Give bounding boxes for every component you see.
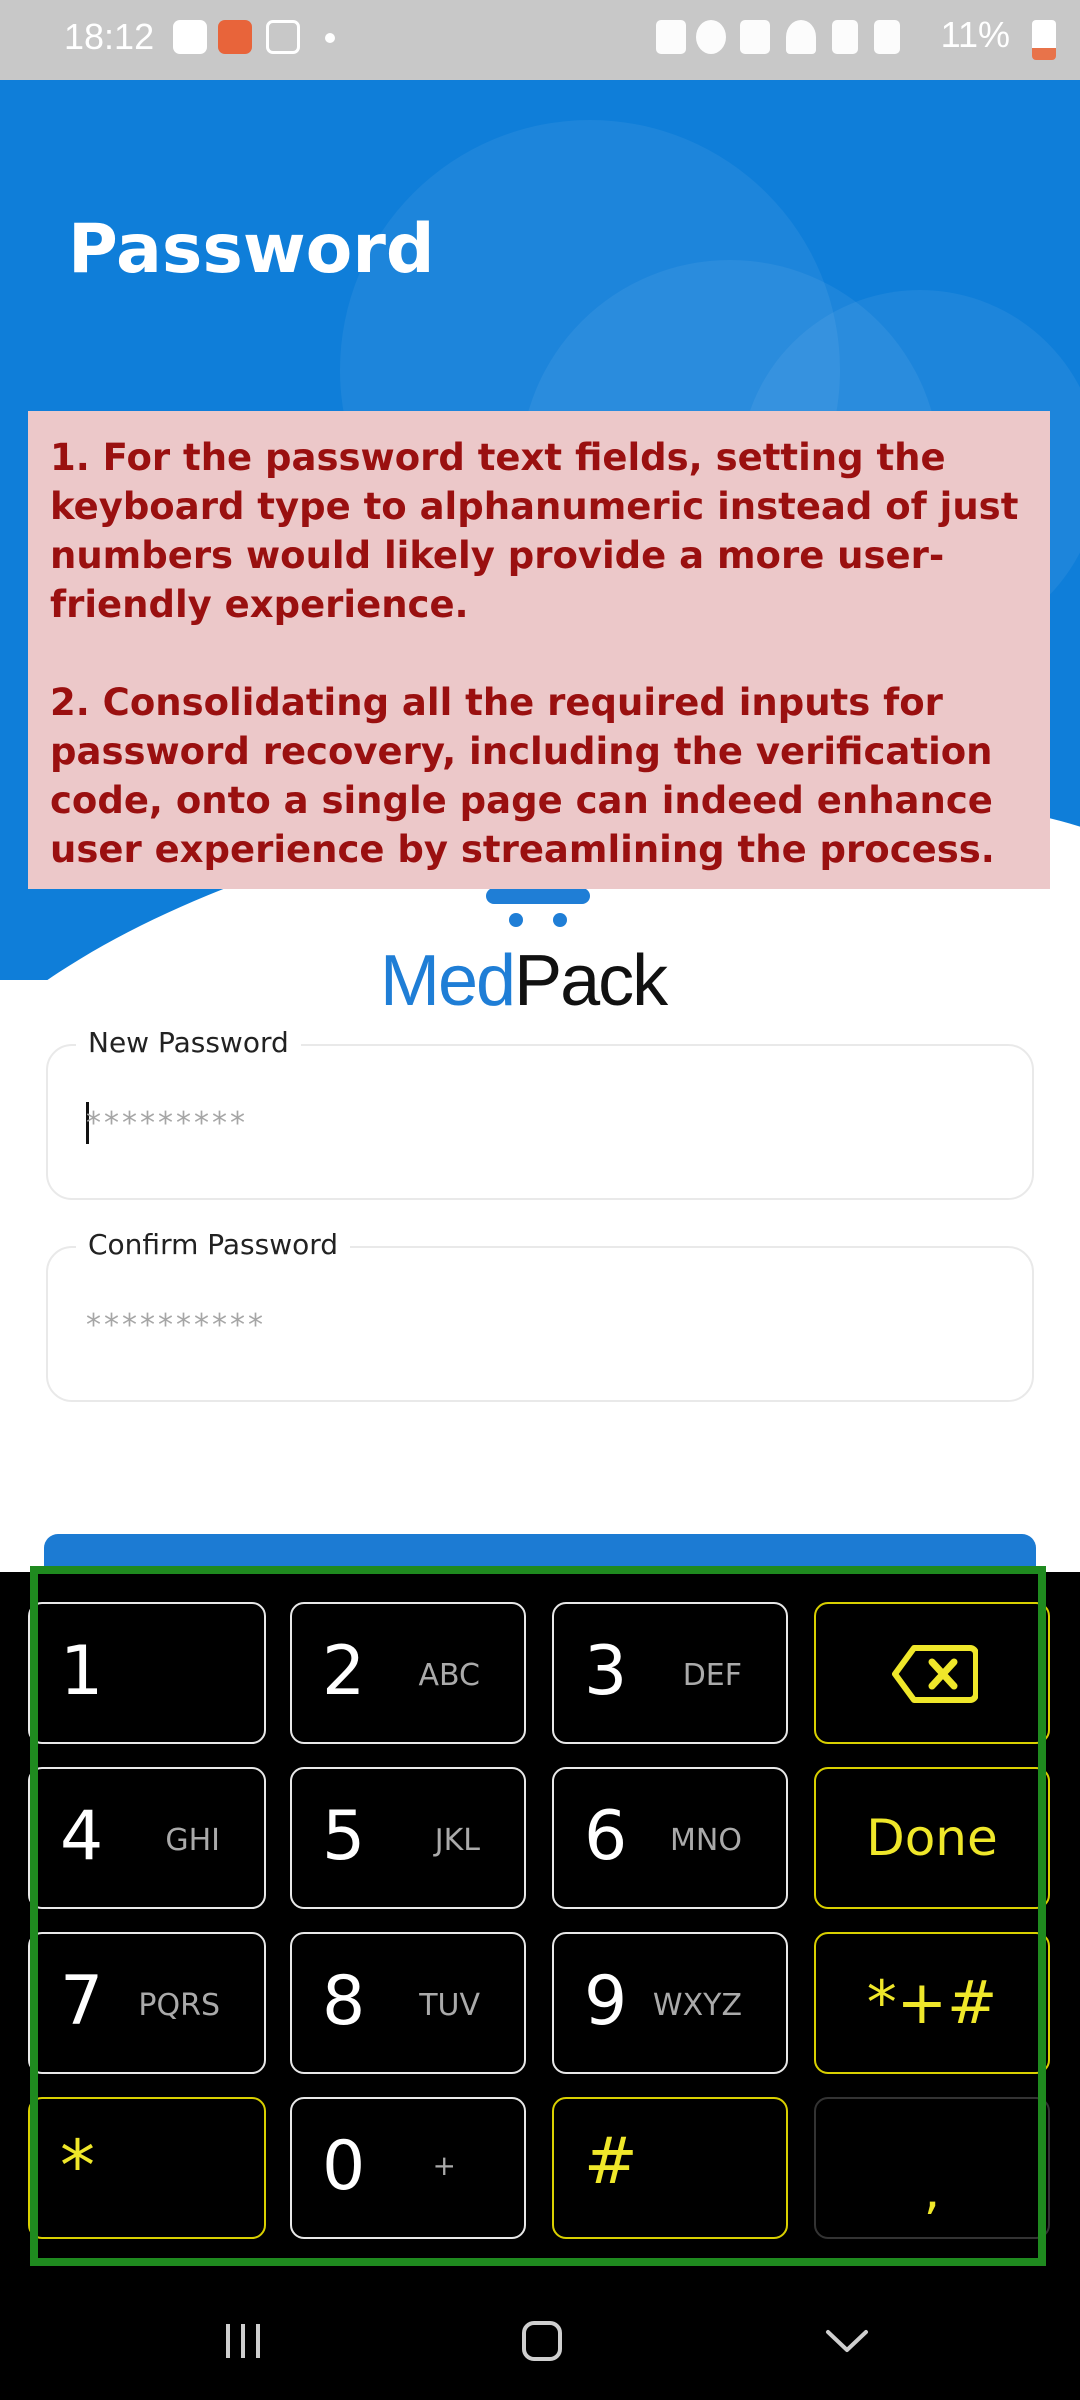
mute-icon	[740, 20, 770, 54]
done-key[interactable]: Done	[814, 1767, 1050, 1909]
confirm-password-input[interactable]	[86, 1300, 986, 1350]
key-0[interactable]: 0 +	[290, 2097, 526, 2239]
logo-part-pack: Pack	[514, 941, 668, 1021]
key-9-digit: 9	[584, 1962, 628, 2041]
key-7-digit: 7	[60, 1962, 104, 2041]
comma-key-label: ,	[923, 2161, 941, 2221]
key-5[interactable]: 5 JKL	[290, 1767, 526, 1909]
alarm-icon	[696, 20, 726, 54]
key-6-letters: MNO	[670, 1823, 742, 1858]
key-3[interactable]: 3 DEF	[552, 1602, 788, 1744]
key-9[interactable]: 9 WXYZ	[552, 1932, 788, 2074]
more-notifications-dot	[325, 33, 335, 43]
navigation-bar	[0, 2280, 1080, 2400]
back-down-icon[interactable]	[824, 2320, 870, 2362]
confirm-password-field[interactable]: Confirm Password	[46, 1228, 1034, 1402]
video-icon	[266, 20, 300, 54]
logo-part-med: Med	[380, 941, 516, 1021]
symbols-key[interactable]: *+#	[814, 1932, 1050, 2074]
battery-icon	[1032, 20, 1056, 60]
key-5-digit: 5	[322, 1797, 366, 1876]
key-8-digit: 8	[322, 1962, 366, 2041]
submit-button[interactable]	[44, 1534, 1036, 1574]
key-3-letters: DEF	[682, 1658, 742, 1693]
key-0-plus: +	[432, 2149, 456, 2182]
gallery-icon	[173, 20, 207, 54]
hash-key[interactable]: #	[552, 2097, 788, 2239]
lock-icon	[656, 20, 686, 54]
signal-icon	[874, 20, 900, 54]
key-2-letters: ABC	[418, 1658, 480, 1693]
cart-icon	[486, 888, 590, 927]
done-key-label: Done	[866, 1809, 998, 1867]
key-4-digit: 4	[60, 1797, 104, 1876]
comma-key[interactable]: ,	[814, 2097, 1050, 2239]
key-8-letters: TUV	[419, 1988, 480, 2023]
key-1[interactable]: 1	[28, 1602, 266, 1744]
home-icon[interactable]	[521, 2320, 563, 2362]
star-key[interactable]: *	[28, 2097, 266, 2239]
key-6[interactable]: 6 MNO	[552, 1767, 788, 1909]
new-password-field[interactable]: New Password	[46, 1026, 1034, 1200]
backspace-key[interactable]	[814, 1602, 1050, 1744]
new-password-label: New Password	[76, 1026, 301, 1059]
key-7[interactable]: 7 PQRS	[28, 1932, 266, 2074]
numeric-keyboard: 1 2 ABC 3 DEF 4 GHI 5 JKL 6 MNO Done 7 P…	[0, 1572, 1080, 2280]
annotation-paragraph-2: 2. Consolidating all the required inputs…	[50, 681, 995, 871]
confirm-password-label: Confirm Password	[76, 1228, 351, 1261]
status-time: 18:12	[64, 16, 155, 57]
key-2[interactable]: 2 ABC	[290, 1602, 526, 1744]
key-4-letters: GHI	[165, 1823, 220, 1858]
key-8[interactable]: 8 TUV	[290, 1932, 526, 2074]
star-key-label: *	[60, 2125, 95, 2207]
key-2-digit: 2	[322, 1632, 366, 1711]
backspace-icon	[892, 1645, 978, 1703]
hash-key-label: #	[584, 2125, 638, 2199]
key-6-digit: 6	[584, 1797, 628, 1876]
app-notification-icon	[218, 20, 252, 54]
key-9-letters: WXYZ	[652, 1988, 742, 2023]
symbols-key-label: *+#	[866, 1968, 998, 2038]
key-3-digit: 3	[584, 1632, 628, 1711]
key-1-digit: 1	[60, 1632, 104, 1711]
status-bar: 18:12 11%	[0, 0, 1080, 80]
key-5-letters: JKL	[434, 1823, 480, 1858]
recents-icon[interactable]	[222, 2320, 264, 2362]
key-7-letters: PQRS	[138, 1988, 220, 2023]
app-logo: MedPack	[380, 940, 668, 1022]
signal-icon	[832, 20, 858, 54]
annotation-note: 1. For the password text fields, setting…	[28, 411, 1050, 889]
wifi-icon	[786, 20, 816, 54]
key-0-digit: 0	[322, 2127, 366, 2206]
battery-percent: 11%	[940, 14, 1010, 55]
annotation-paragraph-1: 1. For the password text fields, setting…	[50, 436, 1019, 626]
page-title: Password	[68, 210, 435, 289]
key-4[interactable]: 4 GHI	[28, 1767, 266, 1909]
new-password-input[interactable]	[86, 1098, 986, 1148]
